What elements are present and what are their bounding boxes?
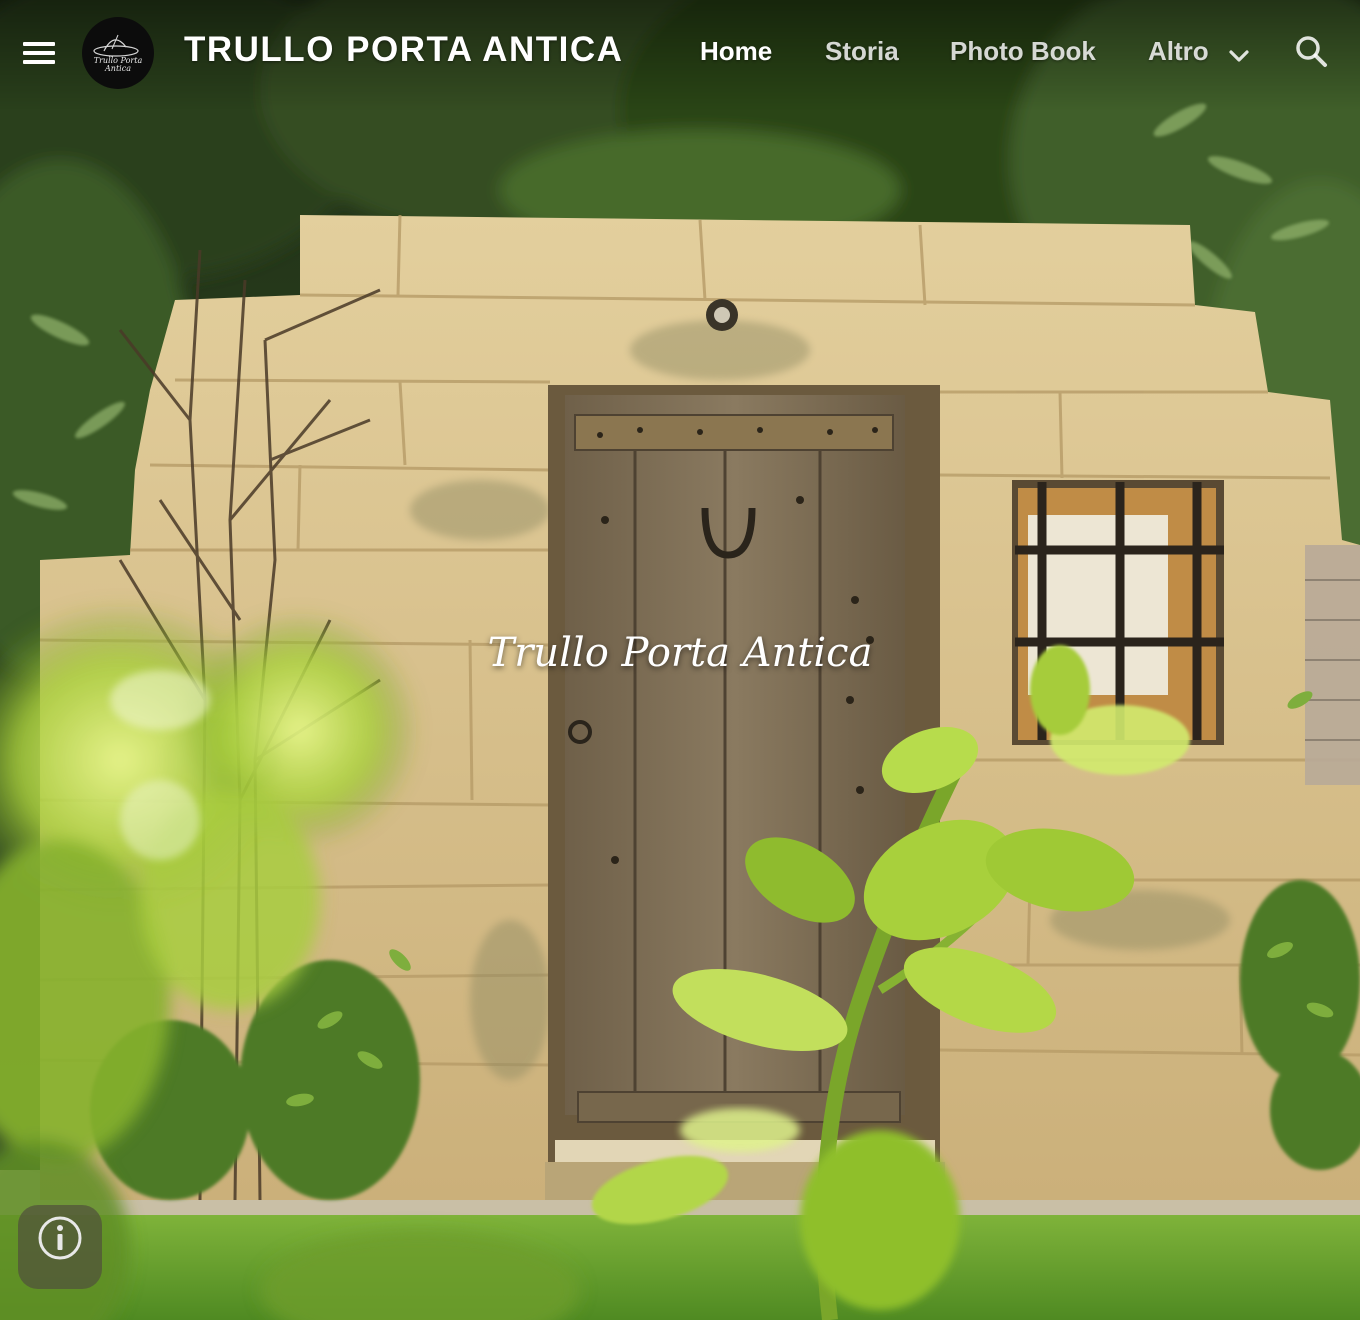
hero-section: Trullo Porta Antica TRULLO PORTA ANTICA …	[0, 0, 1360, 1320]
image-info-button[interactable]	[18, 1205, 102, 1289]
nav-photo-book[interactable]: Photo Book	[950, 36, 1096, 67]
chevron-down-icon[interactable]	[1226, 42, 1252, 68]
info-icon	[38, 1216, 82, 1260]
menu-icon[interactable]	[20, 34, 58, 72]
logo-emblem-icon	[93, 34, 139, 57]
nav-storia[interactable]: Storia	[825, 36, 899, 67]
site-title[interactable]: TRULLO PORTA ANTICA	[184, 30, 623, 70]
nav-altro[interactable]: Altro	[1148, 36, 1209, 67]
search-icon[interactable]	[1292, 32, 1332, 72]
site-logo[interactable]: Trullo Porta Antica	[82, 17, 154, 89]
hero-title: Trullo Porta Antica	[487, 630, 873, 676]
logo-text: Trullo Porta Antica	[82, 57, 154, 73]
logo-text-line2: Antica	[105, 64, 131, 73]
nav-home[interactable]: Home	[700, 36, 772, 67]
top-navigation-bar: Trullo Porta Antica TRULLO PORTA ANTICA …	[0, 0, 1360, 110]
